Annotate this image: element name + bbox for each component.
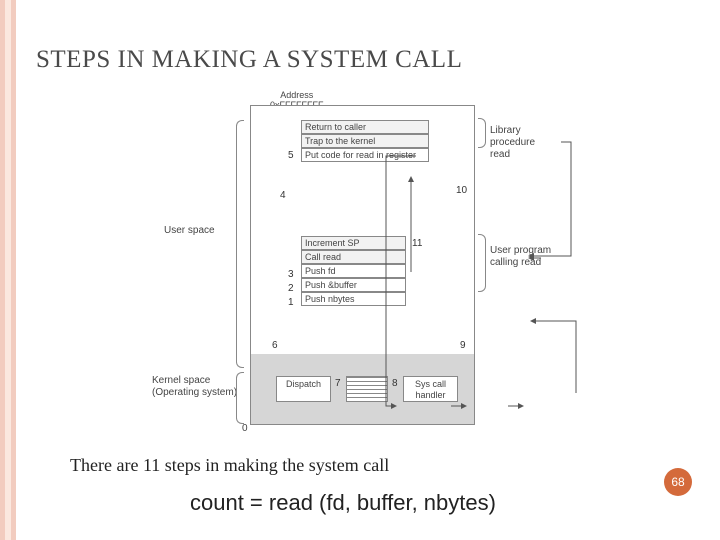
box-call-read: Call read bbox=[301, 250, 406, 264]
step-number-11: 11 bbox=[412, 238, 422, 249]
step-number-3: 3 bbox=[288, 269, 294, 280]
slide-title: STEPS IN MAKING A SYSTEM CALL bbox=[36, 46, 462, 74]
step-number-4: 4 bbox=[280, 190, 286, 201]
box-syscall-handler: Sys call handler bbox=[403, 376, 458, 402]
caption-text: There are 11 steps in making the system … bbox=[70, 455, 389, 476]
memory-column: Return to caller Trap to the kernel Put … bbox=[250, 105, 475, 425]
step-number-7: 7 bbox=[335, 378, 341, 389]
box-put-code: Put code for read in register bbox=[301, 148, 429, 162]
step-number-10: 10 bbox=[456, 185, 467, 196]
box-increment-sp: Increment SP bbox=[301, 236, 406, 250]
box-dispatch: Dispatch bbox=[276, 376, 331, 402]
syscall-diagram: Address 0xFFFFFFFF 0 User space Kernel s… bbox=[130, 90, 590, 440]
step-number-1: 1 bbox=[288, 297, 294, 308]
box-dispatch-table bbox=[346, 376, 388, 402]
page-number-badge: 68 bbox=[664, 468, 692, 496]
slide-accent-stripes bbox=[0, 0, 16, 540]
brace-user-program bbox=[478, 234, 486, 292]
user-program-label: User program calling read bbox=[490, 245, 551, 269]
box-push-nbytes: Push nbytes bbox=[301, 292, 406, 306]
brace-user-space bbox=[236, 120, 244, 368]
user-space-label: User space bbox=[164, 225, 215, 236]
box-trap-kernel: Trap to the kernel bbox=[301, 134, 429, 148]
box-push-buffer: Push &buffer bbox=[301, 278, 406, 292]
step-number-8: 8 bbox=[392, 378, 398, 389]
box-push-fd: Push fd bbox=[301, 264, 406, 278]
code-line: count = read (fd, buffer, nbytes) bbox=[190, 490, 496, 516]
kernel-space-label: Kernel space (Operating system) bbox=[152, 375, 237, 399]
brace-kernel-space bbox=[236, 372, 244, 424]
box-return-to-caller: Return to caller bbox=[301, 120, 429, 134]
library-proc-label: Library procedure read bbox=[490, 125, 535, 161]
step-number-6: 6 bbox=[272, 340, 278, 351]
brace-library bbox=[478, 118, 486, 148]
step-number-2: 2 bbox=[288, 283, 294, 294]
step-number-5: 5 bbox=[288, 150, 294, 161]
zero-label: 0 bbox=[242, 423, 248, 434]
step-number-9: 9 bbox=[460, 340, 466, 351]
